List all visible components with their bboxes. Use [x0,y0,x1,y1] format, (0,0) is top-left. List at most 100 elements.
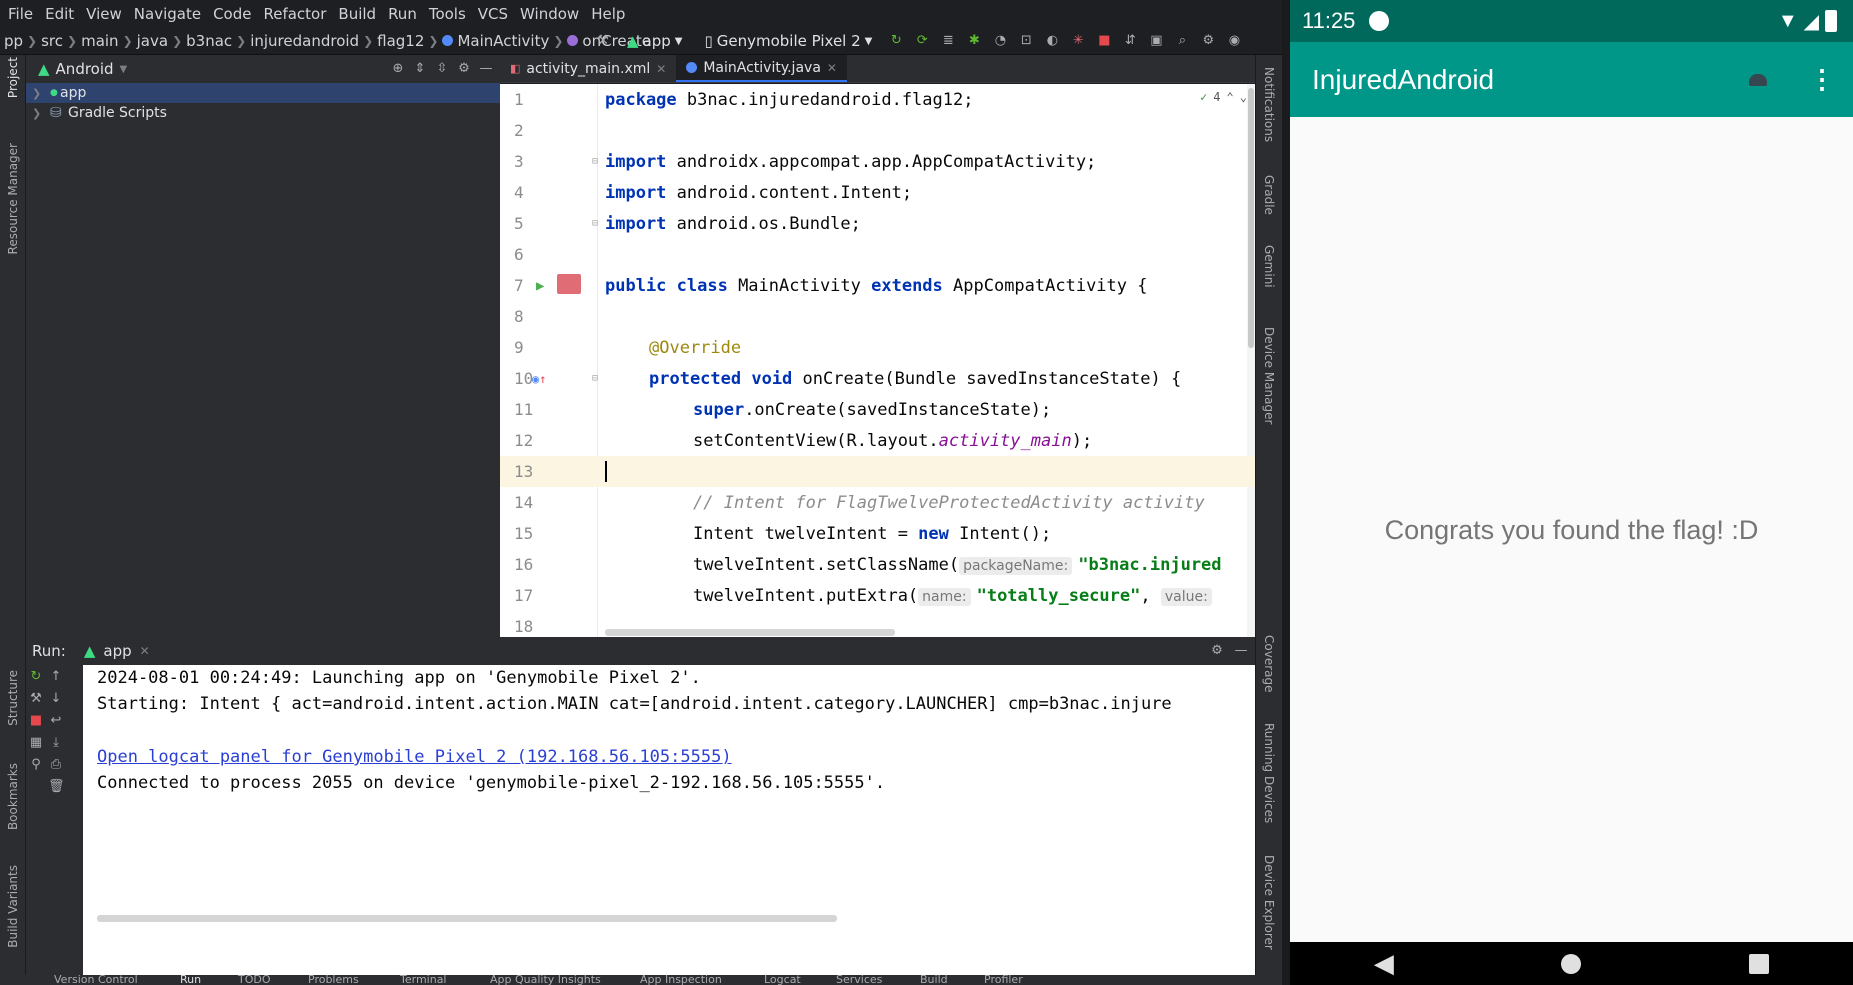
list-icon[interactable]: ≣ [940,33,956,49]
pin-icon[interactable]: ⚲ [28,757,44,773]
breadcrumb-item[interactable]: MainActivity [457,32,549,50]
recents-icon[interactable] [1749,953,1770,974]
chevron-down-icon[interactable]: ⌄ [1240,90,1247,104]
hammer-icon[interactable]: ⚒ [595,33,611,49]
tool-tab-run[interactable]: Run [180,975,201,985]
inspection-widget[interactable]: ✓ 4 ⌃ ⌄ [1200,90,1247,104]
close-icon[interactable]: ✕ [827,61,837,75]
breadcrumb-item[interactable]: b3nac [186,32,232,50]
app-bar-action-icon[interactable] [1749,73,1767,86]
logcat-link[interactable]: Open logcat panel for Genymobile Pixel 2… [97,747,732,767]
menu-help[interactable]: Help [591,5,625,23]
rerun-icon[interactable]: ↻ [28,669,44,685]
tool-tab-problems[interactable]: Problems [308,975,359,985]
tool-window-bookmarks[interactable]: Bookmarks [6,763,20,830]
tab-main-activity-java[interactable]: MainActivity.java ✕ [676,55,847,82]
bug-icon[interactable]: ✳ [1070,33,1086,49]
device-selector[interactable]: ▯ Genymobile Pixel 2 ▼ [699,30,879,52]
menu-window[interactable]: Window [520,5,579,23]
menu-code[interactable]: Code [213,5,251,23]
tool-window-project[interactable]: Project [6,57,20,98]
stop-icon[interactable]: ■ [1096,33,1112,49]
tool-window-structure[interactable]: Structure [6,670,20,726]
attach-icon[interactable]: ⊡ [1018,33,1034,49]
minimize-icon[interactable]: — [1233,643,1249,659]
tool-window-running-devices[interactable]: Running Devices [1262,723,1276,823]
fold-icon[interactable]: ⊟ [592,373,598,384]
gear-icon[interactable]: ⚙ [456,61,472,77]
collapse-all-icon[interactable]: ⇳ [434,61,450,77]
horizontal-scrollbar[interactable] [97,915,837,922]
breadcrumb-item[interactable]: java [137,32,168,50]
menu-file[interactable]: File [8,5,33,23]
menu-refactor[interactable]: Refactor [263,5,326,23]
breadcrumb-item[interactable]: pp [4,32,23,50]
layout-icon[interactable]: ▦ [28,735,44,751]
gear-icon[interactable]: ⚙ [1209,643,1225,659]
chevron-right-icon[interactable]: ❯ [32,87,50,100]
tool-window-gradle[interactable]: Gradle [1262,175,1276,215]
trash-icon[interactable]: 🗑 [48,779,65,795]
tool-tab-todo[interactable]: TODO [238,975,271,985]
debug-icon[interactable]: ✱ [966,33,982,49]
tool-window-device-explorer[interactable]: Device Explorer [1262,855,1276,950]
close-icon[interactable]: ✕ [656,62,666,76]
back-icon[interactable]: ◀ [1374,949,1394,979]
override-gutter-icon[interactable]: ◉↑ [532,372,546,386]
run-console[interactable]: 2024-08-01 00:24:49: Launching app on 'G… [83,665,1255,975]
chevron-down-icon[interactable]: ▼ [120,64,128,75]
tool-window-notifications[interactable]: Notifications [1262,67,1276,142]
menu-navigate[interactable]: Navigate [134,5,201,23]
tool-tab-logcat[interactable]: Logcat [764,975,801,985]
gear-icon[interactable]: ⚙ [1200,33,1216,49]
locate-icon[interactable]: ⊕ [390,61,406,77]
tool-window-device-manager[interactable]: Device Manager [1262,327,1276,424]
breadcrumb-item[interactable]: injuredandroid [250,32,359,50]
breadcrumb-item[interactable]: main [81,32,118,50]
search-icon[interactable]: ⌕ [1174,33,1190,49]
sync-icon[interactable]: ⇵ [1122,33,1138,49]
arrow-down-icon[interactable]: ↓ [48,691,64,707]
home-icon[interactable] [1561,953,1582,974]
tool-tab-profiler[interactable]: Profiler [984,975,1023,985]
rerun-icon[interactable]: ↻ [888,33,904,49]
menu-tools[interactable]: Tools [429,5,466,23]
chevron-right-icon[interactable]: ❯ [32,107,50,120]
tool-window-build-variants[interactable]: Build Variants [6,865,20,948]
expand-all-icon[interactable]: ⇕ [412,61,428,77]
layout-gutter-icon[interactable] [557,274,581,294]
tool-window-resource-manager[interactable]: Resource Manager [6,143,20,254]
close-icon[interactable]: ✕ [140,644,150,658]
run-tab-app[interactable]: app [103,642,131,660]
breadcrumb-item[interactable]: src [41,32,63,50]
fold-icon[interactable]: ⊟ [592,156,598,167]
project-view-selector[interactable]: Android [56,60,114,78]
menu-view[interactable]: View [86,5,122,23]
print-icon[interactable]: ⎙ [48,757,64,773]
menu-run[interactable]: Run [388,5,417,23]
code-area[interactable]: ✓ 4 ⌃ ⌄ 1 package b3nac.injuredandroid.fl… [500,84,1255,637]
overflow-menu-icon[interactable]: ⋮ [1809,64,1835,95]
apply-changes-icon[interactable]: ⟳ [914,33,930,49]
breadcrumb-item[interactable]: flag12 [377,32,424,50]
fold-icon[interactable]: ⊟ [592,218,598,229]
device-manager-icon[interactable]: ▣ [1148,33,1164,49]
coverage-icon[interactable]: ◐ [1044,33,1060,49]
run-config-selector[interactable]: ▲ app ▼ [621,30,689,52]
wrench-icon[interactable]: ⚒ [28,691,44,707]
arrow-up-icon[interactable]: ↑ [48,669,64,685]
tool-tab-terminal[interactable]: Terminal [400,975,447,985]
tool-window-coverage[interactable]: Coverage [1262,635,1276,693]
tool-tab-app-inspection[interactable]: App Inspection [640,975,722,985]
tool-tab-build[interactable]: Build [920,975,948,985]
scroll-to-end-icon[interactable]: ⤓ [48,735,64,751]
menu-build[interactable]: Build [338,5,376,23]
chevron-up-icon[interactable]: ⌃ [1227,90,1234,104]
tree-item-gradle-scripts[interactable]: ❯ ⛁ Gradle Scripts [26,103,500,123]
run-gutter-icon[interactable]: ▶ [536,278,544,294]
soft-wrap-icon[interactable]: ↩ [48,713,64,729]
tool-window-gemini[interactable]: Gemini [1262,245,1276,288]
stop-icon[interactable]: ■ [28,713,44,729]
tool-tab-services[interactable]: Services [836,975,882,985]
tab-activity-main-xml[interactable]: ◧ activity_main.xml ✕ [500,55,676,82]
